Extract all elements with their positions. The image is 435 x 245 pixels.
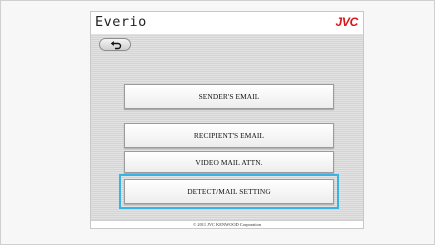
app-title: Everio	[95, 14, 147, 30]
brand-logo: JVC	[335, 15, 359, 29]
recipients-email-button[interactable]: RECIPIENT'S EMAIL	[124, 123, 334, 148]
return-arrow-icon	[110, 41, 122, 50]
camera-screen: Everio JVC SENDER'S EMAIL RECIPIENT'S EM…	[90, 11, 364, 229]
senders-email-button[interactable]: SENDER'S EMAIL	[124, 84, 334, 109]
menu-area: SENDER'S EMAIL RECIPIENT'S EMAIL VIDEO M…	[91, 34, 363, 222]
copyright-footer: © 2011 JVC KENWOOD Corporation	[91, 220, 363, 228]
header-bar: Everio JVC	[91, 12, 363, 34]
back-button[interactable]	[99, 38, 131, 51]
video-mail-attn-button[interactable]: VIDEO MAIL ATTN.	[124, 151, 334, 173]
detect-mail-setting-button[interactable]: DETECT/MAIL SETTING	[124, 179, 334, 204]
